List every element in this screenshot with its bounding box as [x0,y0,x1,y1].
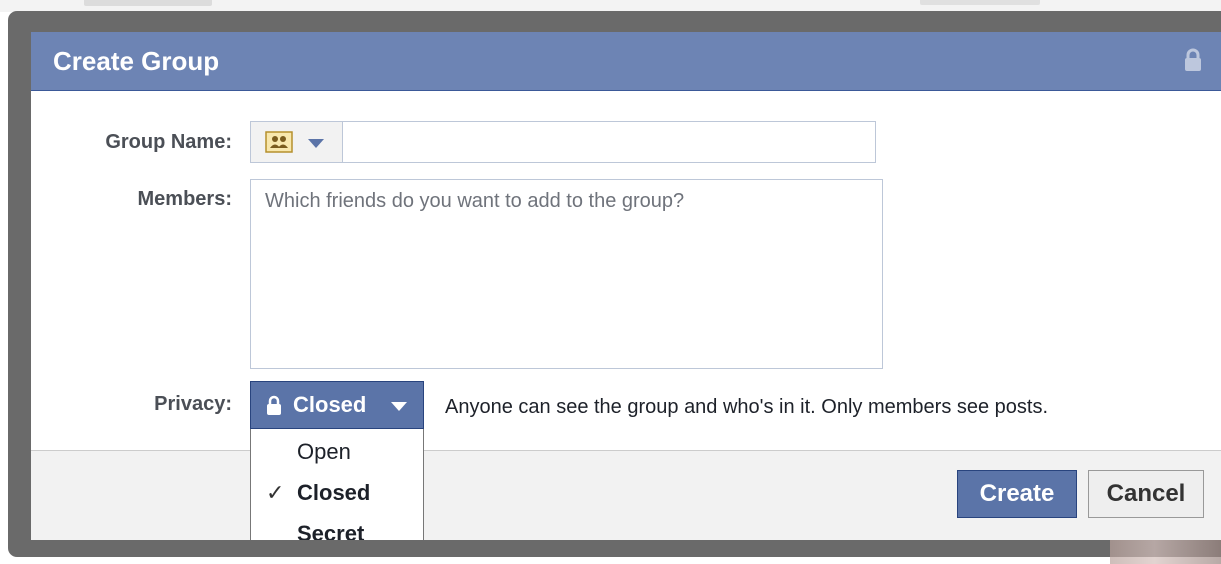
privacy-label: Privacy: [154,393,232,415]
background-photo-corner [1110,540,1221,564]
group-icon [265,131,293,153]
create-group-dialog: Create Group Group Name: Members: Which … [31,32,1221,540]
privacy-description: Anyone can see the group and who's in it… [445,396,1049,418]
members-label: Members: [137,188,232,210]
menu-item-label: Secret [297,521,365,540]
lock-icon [1185,48,1201,71]
menu-item-label: Open [297,439,351,464]
chevron-down-icon [391,402,407,411]
group-icon-picker[interactable] [251,122,343,162]
privacy-dropdown-menu: Open ✓ Closed Secret [250,429,424,540]
menu-item-label: Closed [297,480,371,505]
privacy-option-closed[interactable]: ✓ Closed [251,473,423,513]
background-item [920,0,1040,5]
privacy-dropdown-button[interactable]: Closed [250,381,424,429]
privacy-option-secret[interactable]: Secret [251,514,423,540]
create-button[interactable]: Create [957,470,1077,518]
cancel-button[interactable]: Cancel [1088,470,1204,518]
members-input[interactable]: Which friends do you want to add to the … [250,179,883,369]
dialog-titlebar: Create Group [31,32,1221,91]
dialog-title: Create Group [53,46,220,76]
privacy-selected-value: Closed [293,392,367,417]
dialog-footer: Create Cancel [31,450,1221,540]
group-name-label: Group Name: [105,131,232,153]
privacy-option-open[interactable]: Open [251,432,423,472]
lock-icon [267,395,281,415]
check-icon: ✓ [266,480,285,505]
group-name-field[interactable] [250,121,876,163]
screenshot-stage: Create Group Group Name: Members: Which … [0,0,1221,564]
background-item [84,0,212,6]
chevron-down-icon [308,139,324,148]
